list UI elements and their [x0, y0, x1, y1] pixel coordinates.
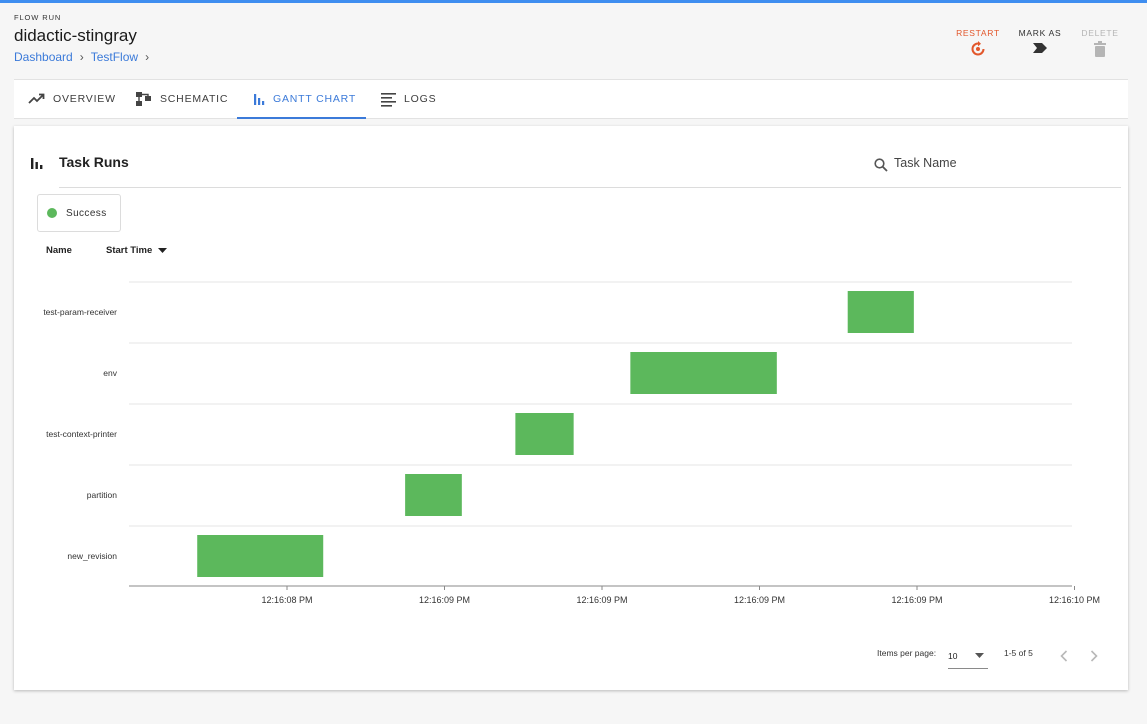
schematic-icon — [136, 92, 151, 106]
gantt-bar-test-param-receiver — [847, 291, 914, 333]
previous-page-icon[interactable] — [1060, 650, 1068, 662]
task-runs-card: Task Runs Task Name Success Name Start T… — [14, 126, 1128, 690]
x-tick-label: 12:16:09 PM — [734, 595, 785, 605]
x-tick-label: 12:16:08 PM — [261, 595, 312, 605]
chevron-right-icon: › — [79, 50, 84, 64]
gantt-chart: test-param-receiver env test-context-print… — [43, 281, 1100, 605]
trash-icon — [1070, 41, 1130, 58]
tab-schematic[interactable]: SCHEMATIC — [135, 80, 228, 118]
row-label: test-param-receiver — [43, 307, 117, 317]
mark-as-button[interactable]: MARK AS — [1010, 28, 1070, 55]
x-tick-label: 12:16:10 PM — [1049, 595, 1100, 605]
x-tick-label: 12:16:09 PM — [419, 595, 470, 605]
restart-icon — [948, 41, 1008, 57]
breadcrumb: Dashboard › TestFlow › — [14, 50, 156, 64]
items-per-page-label: Items per page: — [877, 648, 937, 658]
restart-button[interactable]: RESTART — [948, 28, 1008, 57]
x-tick-label: 12:16:09 PM — [576, 595, 627, 605]
gantt-bar-env — [630, 352, 777, 394]
gantt-bar-new_revision — [197, 535, 324, 577]
items-per-page-select[interactable]: 10 — [948, 644, 988, 669]
dropdown-caret-icon — [975, 653, 984, 658]
trending-up-icon — [28, 93, 45, 104]
bar-chart-icon — [254, 94, 265, 105]
tab-logs[interactable]: LOGS — [381, 80, 436, 118]
mark-as-label: MARK AS — [1018, 28, 1062, 38]
gantt-bar-test-context-printer — [515, 413, 574, 455]
row-label: partition — [87, 490, 118, 500]
x-tick-label: 12:16:09 PM — [891, 595, 942, 605]
breadcrumb-dashboard[interactable]: Dashboard — [14, 50, 73, 64]
page-title: didactic-stingray — [14, 26, 137, 45]
active-tab-indicator — [237, 117, 366, 119]
next-page-icon[interactable] — [1090, 650, 1098, 662]
pagination-range: 1-5 of 5 — [1004, 648, 1033, 658]
restart-label: RESTART — [956, 28, 1000, 38]
gantt-bar-partition — [405, 474, 462, 516]
chevron-right-icon: › — [145, 50, 150, 64]
tab-logs-label: LOGS — [404, 93, 437, 105]
page-eyebrow: FLOW RUN — [14, 13, 62, 22]
tab-schematic-label: SCHEMATIC — [160, 93, 229, 105]
delete-label: DELETE — [1081, 28, 1119, 38]
tab-overview-label: OVERVIEW — [53, 93, 116, 105]
page-header: FLOW RUN didactic-stingray Dashboard › T… — [0, 3, 1147, 79]
row-label: test-context-printer — [46, 429, 117, 439]
label-arrow-icon — [1010, 41, 1070, 55]
tab-gantt-chart-label: GANTT CHART — [273, 93, 357, 105]
tab-overview[interactable]: OVERVIEW — [28, 80, 116, 118]
delete-button[interactable]: DELETE — [1070, 28, 1130, 58]
row-label: new_revision — [67, 551, 117, 561]
breadcrumb-testflow[interactable]: TestFlow — [91, 50, 138, 64]
tab-gantt-chart[interactable]: GANTT CHART — [237, 80, 366, 119]
items-per-page-value: 10 — [948, 651, 958, 661]
row-label: env — [103, 368, 117, 378]
tab-bar: OVERVIEW SCHEMATIC GANTT CHART LOGS — [14, 79, 1128, 119]
logs-icon — [381, 92, 396, 107]
